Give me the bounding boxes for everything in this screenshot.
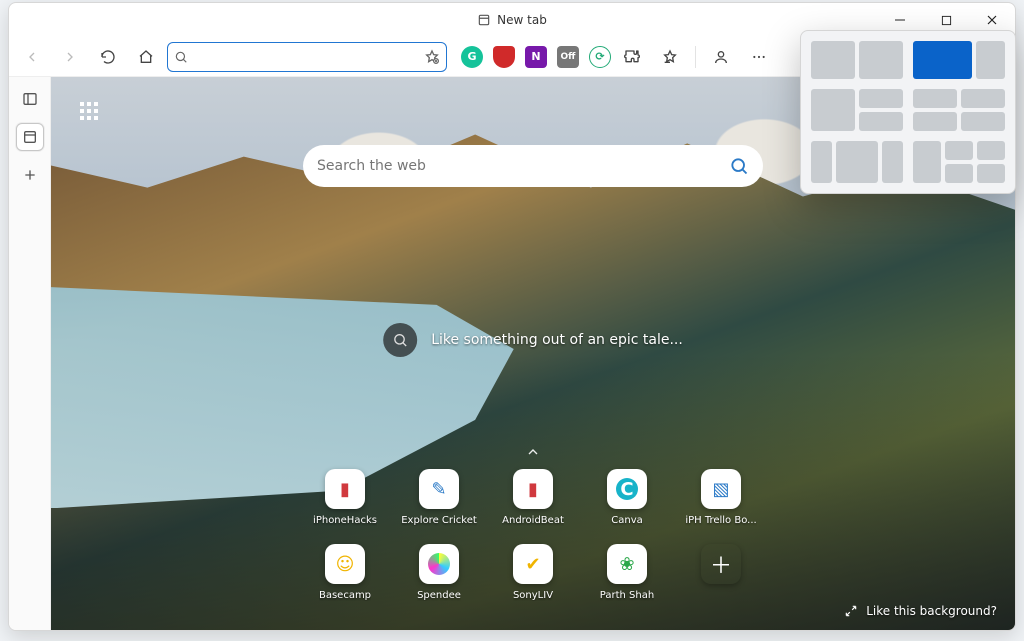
background-hint[interactable]: Like something out of an epic tale... <box>383 323 683 357</box>
tab-icon <box>477 13 491 27</box>
tile-explore-cricket[interactable]: ✎Explore Cricket <box>415 469 463 526</box>
tile-parth-shah[interactable]: ❀Parth Shah <box>603 544 651 601</box>
web-search-box[interactable] <box>303 145 763 187</box>
address-input[interactable] <box>194 49 418 65</box>
window-title-wrap: New tab <box>477 13 547 27</box>
snap-layouts-flyout <box>800 30 1016 194</box>
page-settings-button[interactable] <box>77 99 101 123</box>
forward-button[interactable] <box>53 42 87 72</box>
ext-onenote-icon[interactable]: N <box>525 46 547 68</box>
ext-ublock-icon[interactable] <box>493 46 515 68</box>
tile-iphonehacks[interactable]: ▮iPhoneHacks <box>321 469 369 526</box>
ext-grammarly-icon[interactable]: G <box>461 46 483 68</box>
expand-icon <box>844 604 858 618</box>
tile-canva[interactable]: CCanva <box>603 469 651 526</box>
app-menu-button[interactable] <box>742 42 776 72</box>
expand-quicklinks-button[interactable] <box>520 439 546 465</box>
favorite-icon[interactable] <box>424 49 440 65</box>
tile-androidbeat[interactable]: ▮AndroidBeat <box>509 469 557 526</box>
ext-keepass-icon[interactable]: ⟳ <box>589 46 611 68</box>
hint-text: Like something out of an epic tale... <box>431 332 683 348</box>
search-icon[interactable] <box>729 156 749 176</box>
back-button[interactable] <box>15 42 49 72</box>
new-tab-button[interactable] <box>16 161 44 189</box>
ext-office-icon[interactable]: Off <box>557 46 579 68</box>
vertical-tab-newtab[interactable] <box>16 123 44 151</box>
snap-layout-half[interactable] <box>811 41 903 79</box>
snap-layout-tall-stack[interactable] <box>811 89 903 131</box>
search-icon <box>174 50 188 64</box>
home-button[interactable] <box>129 42 163 72</box>
like-background-prompt[interactable]: Like this background? <box>844 604 997 618</box>
tile-spendee[interactable]: Spendee <box>415 544 463 601</box>
snap-layout-quad[interactable] <box>913 89 1005 131</box>
web-search-input[interactable] <box>317 158 729 174</box>
address-bar[interactable] <box>167 42 447 72</box>
quick-links: ▮iPhoneHacks ✎Explore Cricket ▮AndroidBe… <box>321 469 745 601</box>
vertical-tabs-rail <box>9 77 51 630</box>
profile-button[interactable] <box>704 42 738 72</box>
tile-add-shortcut[interactable]: ＋ <box>697 544 745 601</box>
tile-basecamp[interactable]: ☺Basecamp <box>321 544 369 601</box>
snap-layout-thirds[interactable] <box>811 141 903 183</box>
favorites-button[interactable] <box>653 42 687 72</box>
quick-links-row-2: ☺Basecamp Spendee ✔SonyLIV ❀Parth Shah ＋ <box>321 544 745 601</box>
refresh-button[interactable] <box>91 42 125 72</box>
snap-layout-two-third[interactable] <box>913 41 1005 79</box>
extensions-menu-button[interactable] <box>615 42 649 72</box>
quick-links-row-1: ▮iPhoneHacks ✎Explore Cricket ▮AndroidBe… <box>321 469 745 526</box>
extension-icons: G N Off ⟳ <box>461 46 611 68</box>
tile-sonyliv[interactable]: ✔SonyLIV <box>509 544 557 601</box>
window-title: New tab <box>497 13 547 27</box>
hint-search-icon <box>383 323 417 357</box>
like-background-label: Like this background? <box>866 604 997 618</box>
toolbar-separator <box>695 46 696 68</box>
tile-trello[interactable]: ▧iPH Trello Bo... <box>697 469 745 526</box>
tab-actions-button[interactable] <box>16 85 44 113</box>
snap-layout-tall-grid[interactable] <box>913 141 1005 183</box>
